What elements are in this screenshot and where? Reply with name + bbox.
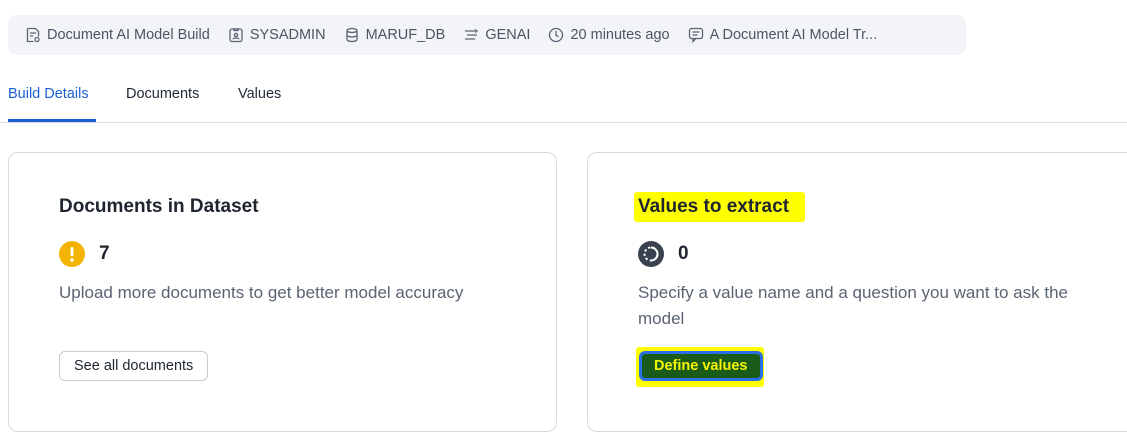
- meta-item-label: 20 minutes ago: [570, 27, 670, 43]
- documents-card: Documents in Dataset 7 Upload more docum…: [8, 152, 557, 432]
- meta-item-label: A Document AI Model Tr...: [709, 27, 878, 43]
- values-count-row: 0: [638, 241, 689, 267]
- define-values-button[interactable]: Define values: [639, 351, 763, 381]
- database-icon: [345, 27, 358, 43]
- values-count: 0: [678, 243, 689, 264]
- see-all-documents-button[interactable]: See all documents: [59, 351, 209, 381]
- user-badge-icon: [229, 28, 243, 43]
- values-card: Values to extract 0 Specify a value name…: [587, 152, 1127, 432]
- meta-item-role: SYSADMIN: [228, 27, 326, 43]
- warning-icon: [59, 241, 85, 267]
- values-card-title: Values to extract: [638, 196, 790, 217]
- meta-item-label: SYSADMIN: [249, 27, 326, 43]
- documents-description: Upload more documents to get better mode…: [59, 283, 464, 302]
- tab-documents[interactable]: Documents: [126, 86, 199, 102]
- schema-icon: [465, 28, 479, 40]
- tab-build-details[interactable]: Build Details: [8, 86, 89, 102]
- clock-icon: [549, 27, 564, 43]
- meta-item-label: MARUF_DB: [365, 27, 446, 43]
- meta-item-time: 20 minutes ago: [548, 27, 670, 43]
- values-description: Specify a value name and a question you …: [638, 283, 1068, 328]
- document-gear-icon: [26, 27, 40, 43]
- model-metadata-bar: Document AI Model Build SYSADMIN MARUF_D…: [8, 15, 966, 55]
- meta-item-model-type: Document AI Model Build: [25, 27, 210, 43]
- progress-circle-icon: [638, 241, 664, 267]
- comment-icon: [688, 27, 703, 43]
- meta-item-label: Document AI Model Build: [47, 27, 210, 43]
- meta-item-database: MARUF_DB: [344, 27, 446, 43]
- tab-bar: Build Details Documents Values: [0, 80, 1127, 123]
- documents-count-row: 7: [59, 241, 110, 267]
- meta-item-label: GENAI: [485, 27, 531, 43]
- meta-item-schema: GENAI: [463, 27, 530, 43]
- meta-item-description[interactable]: A Document AI Model Tr...: [688, 27, 878, 43]
- active-tab-indicator: [8, 119, 96, 122]
- tab-values[interactable]: Values: [238, 86, 281, 102]
- documents-count: 7: [99, 243, 110, 264]
- documents-card-title: Documents in Dataset: [59, 196, 259, 217]
